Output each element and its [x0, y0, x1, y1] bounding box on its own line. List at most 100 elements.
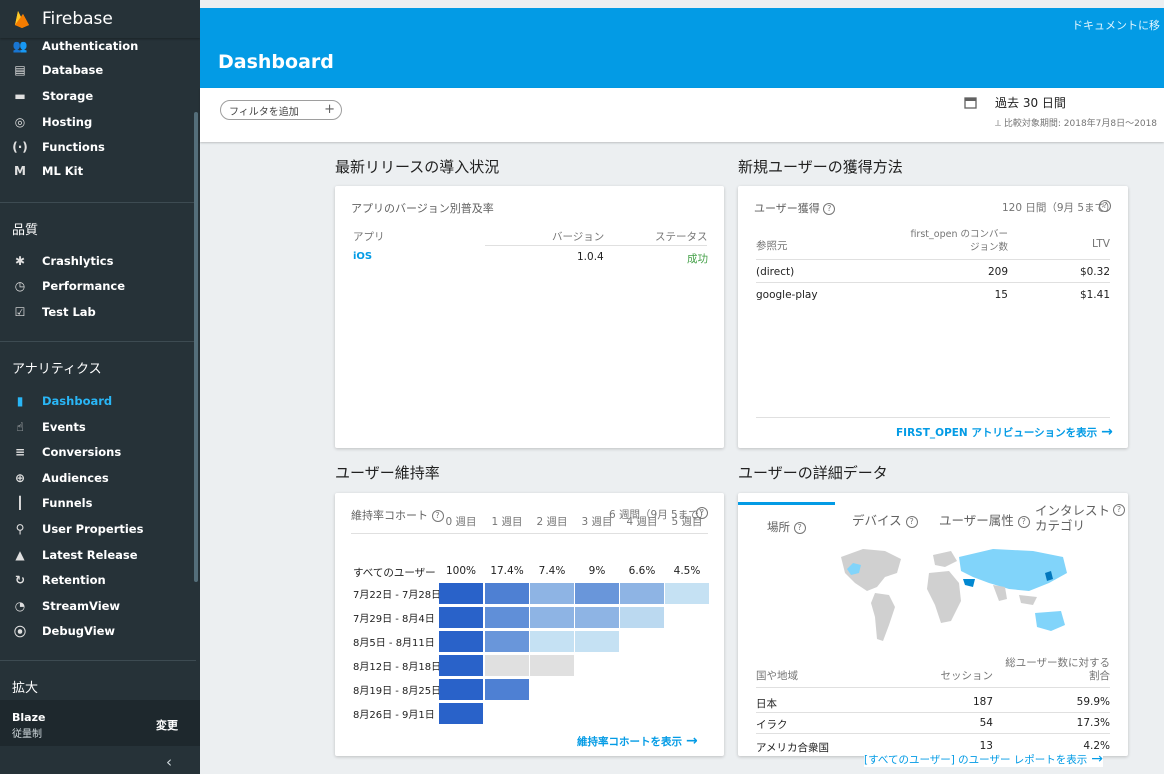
- sidebar-divider: [0, 660, 196, 661]
- sidebar-item-functions[interactable]: (·) Functions: [0, 135, 196, 159]
- streamview-icon: ◔: [14, 598, 26, 613]
- database-icon: ▤: [14, 63, 26, 77]
- col-header-conversions: first_open のコンバー ジョン数: [910, 229, 1008, 253]
- sidebar-item-conversions[interactable]: ≡ Conversions: [0, 440, 196, 464]
- heatmap-cell: [530, 655, 574, 676]
- acquisition-card-title: ユーザー獲得 ?: [754, 200, 836, 216]
- tab-location[interactable]: 場所 ?: [767, 519, 806, 535]
- help-icon[interactable]: ?: [1099, 200, 1111, 212]
- funnels-icon: ┃: [16, 496, 24, 511]
- source-count: 15: [994, 289, 1008, 301]
- heatmap-cell: [485, 679, 529, 700]
- retention-section-title: ユーザー維持率: [335, 464, 440, 482]
- source-name: (direct): [756, 266, 795, 278]
- help-icon[interactable]: ?: [1113, 504, 1125, 516]
- filter-bar: フィルタを追加 + 過去 30 日間 ⟂ 比較対象期間: 2018年7月8日〜2…: [200, 88, 1164, 142]
- dashboard-icon: ▮: [16, 394, 24, 408]
- world-map[interactable]: [823, 543, 1083, 653]
- view-retention-cohort-link[interactable]: 維持率コホートを表示 →: [577, 733, 698, 749]
- sidebar-item-hosting[interactable]: ◎ Hosting: [0, 110, 196, 134]
- acquisition-card-title-text: ユーザー獲得: [754, 202, 820, 215]
- sidebar-item-label: Hosting: [42, 115, 93, 129]
- tab-user-attributes[interactable]: ユーザー属性 ?: [939, 510, 1030, 529]
- all-users-value: 9%: [588, 565, 606, 577]
- calendar-icon[interactable]: [964, 96, 977, 113]
- sidebar-item-user-properties[interactable]: ⚲ User Properties: [0, 517, 196, 541]
- source-ltv: $1.41: [1079, 289, 1110, 301]
- date-range-selector[interactable]: 過去 30 日間: [995, 94, 1066, 111]
- col-header-ltv: LTV: [1091, 238, 1110, 250]
- heatmap-cell: [575, 607, 619, 628]
- sidebar-item-funnels[interactable]: ┃ Funnels: [0, 491, 196, 515]
- all-users-value: 17.4%: [490, 565, 524, 577]
- firebase-header[interactable]: Firebase: [0, 0, 200, 38]
- sidebar-item-label: Audiences: [42, 470, 109, 485]
- sidebar-item-test-lab[interactable]: ☑ Test Lab: [0, 300, 196, 324]
- cohort-label: 8月26日 - 9月1日: [353, 710, 435, 721]
- source-count: 209: [987, 266, 1008, 278]
- retention-icon: ↻: [14, 573, 26, 588]
- collapse-sidebar-button[interactable]: ‹: [0, 752, 200, 774]
- country-sessions: 187: [972, 696, 993, 708]
- sidebar-item-label: User Properties: [42, 522, 144, 536]
- sidebar-item-streamview[interactable]: ◔ StreamView: [0, 594, 196, 618]
- functions-icon: (·): [12, 140, 28, 154]
- folder-icon: ▬: [14, 89, 26, 103]
- docs-link[interactable]: ドキュメントに移: [1072, 17, 1160, 33]
- sidebar-item-debugview[interactable]: ⦿ DebugView: [0, 619, 196, 643]
- heatmap-cell: [620, 583, 664, 604]
- sidebar-item-label: Authentication: [42, 39, 139, 53]
- user-properties-icon: ⚲: [15, 522, 25, 536]
- tab-device[interactable]: デバイス ?: [852, 510, 918, 529]
- sidebar-section-extend: 拡大: [12, 681, 39, 696]
- heatmap-cell: [485, 583, 529, 604]
- sidebar-item-storage[interactable]: ▬ Storage: [0, 84, 196, 108]
- help-icon[interactable]: ?: [823, 203, 836, 215]
- change-plan-button[interactable]: 変更: [156, 717, 178, 733]
- arrow-right-icon: →: [686, 733, 698, 749]
- sidebar-item-label: Functions: [42, 140, 105, 154]
- sidebar-item-events[interactable]: ☝ Events: [0, 415, 196, 439]
- sidebar-item-database[interactable]: ▤ Database: [0, 58, 196, 82]
- people-icon: 👥: [12, 39, 28, 53]
- first-open-attribution-label: FIRST_OPEN アトリビューションを表示: [896, 427, 1098, 439]
- first-open-attribution-link[interactable]: FIRST_OPEN アトリビューションを表示 →: [896, 424, 1113, 440]
- all-users-value: 4.5%: [673, 565, 701, 577]
- col-header-source: 参照元: [756, 240, 788, 252]
- heatmap-cell: [439, 703, 483, 724]
- add-filter-button[interactable]: フィルタを追加 +: [220, 100, 342, 120]
- sidebar-item-retention[interactable]: ↻ Retention: [0, 568, 196, 592]
- sidebar-item-label: ML Kit: [42, 164, 84, 178]
- sidebar-item-latest-release[interactable]: ▲ Latest Release: [0, 543, 196, 567]
- sidebar-item-performance[interactable]: ◷ Performance: [0, 274, 196, 298]
- sidebar-item-label: Dashboard: [42, 394, 113, 408]
- col-header-country: 国や地域: [756, 670, 798, 682]
- help-icon[interactable]: ?: [793, 521, 806, 534]
- app-title: Firebase: [42, 9, 113, 29]
- retention-card: 維持率コホート ? 6 週間（9月 5まで） ? 0 週目 1 週目 2 週目 3 週…: [335, 493, 724, 756]
- heatmap-cell: [439, 607, 483, 628]
- sidebar-item-label: Test Lab: [42, 305, 96, 319]
- col-header-share: 総ユーザー数に対する 割合: [1005, 657, 1110, 682]
- mlkit-icon: M: [14, 164, 26, 178]
- app-ios-link[interactable]: iOS: [353, 251, 372, 262]
- source-ltv: $0.32: [1079, 266, 1110, 278]
- sidebar-item-ml-kit[interactable]: M ML Kit: [0, 159, 196, 183]
- sidebar-scrollbar[interactable]: [194, 112, 198, 582]
- sidebar-divider: [0, 202, 196, 203]
- tab-user-attributes-label: ユーザー属性: [939, 513, 1014, 528]
- all-users-label: すべてのユーザー: [353, 567, 436, 579]
- sidebar-item-crashlytics[interactable]: ✱ Crashlytics: [0, 249, 196, 273]
- help-icon[interactable]: ?: [1017, 515, 1030, 528]
- sidebar-item-label: Events: [42, 419, 86, 434]
- heatmap-cell: [439, 583, 483, 604]
- sidebar-item-dashboard[interactable]: ▮ Dashboard: [0, 389, 196, 413]
- audiences-icon: ⊕: [14, 470, 26, 485]
- help-icon[interactable]: ?: [905, 515, 918, 528]
- tab-interest-category[interactable]: インタレスト カテゴリ: [1035, 503, 1110, 533]
- all-users-value: 6.6%: [628, 565, 656, 577]
- all-users-value: 100%: [445, 565, 477, 577]
- all-users-report-link[interactable]: [すべてのユーザー] のユーザー レポートを表示 →: [864, 751, 1104, 767]
- sidebar-item-audiences[interactable]: ⊕ Audiences: [0, 466, 196, 490]
- sidebar-section-quality: 品質: [12, 223, 39, 238]
